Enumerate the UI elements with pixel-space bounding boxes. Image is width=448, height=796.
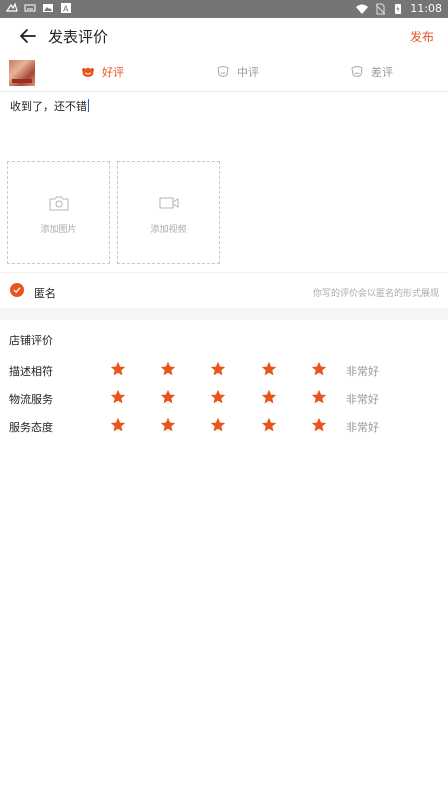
no-sim-icon [375,3,386,15]
shop-rating-row: 物流服务 非常好 [0,388,448,408]
star-icon[interactable] [160,361,176,377]
comment-input[interactable]: 收到了，还不错 [10,98,89,114]
rating-option-bad[interactable]: 差评 [349,64,393,80]
good-rating-icon [82,67,94,77]
shop-rating-text: 非常好 [346,421,379,434]
star-icon[interactable] [210,389,226,405]
star-icon[interactable] [160,389,176,405]
shop-rating-row: 服务态度 非常好 [0,416,448,436]
anonymous-checkbox[interactable] [10,283,24,297]
battery-icon [395,4,402,14]
bad-rating-icon [351,66,363,77]
shop-rating-label: 描述相符 [9,365,53,378]
publish-button[interactable]: 发布 [410,28,434,45]
app-notification-icon [6,2,18,12]
product-thumbnail [9,60,35,86]
star-icon[interactable] [311,417,327,433]
shop-rating-text: 非常好 [346,365,379,378]
shop-rating-label: 物流服务 [9,393,53,406]
page-title: 发表评价 [48,28,109,46]
back-arrow-icon[interactable] [16,24,40,48]
wifi-icon [356,4,369,14]
star-icon[interactable] [160,417,176,433]
status-bar: A 11:08 [0,0,448,18]
anonymous-label: 匿名 [34,287,56,300]
anonymous-row: 匿名 你写的评价会以匿名的形式展现 [0,272,448,308]
rating-option-good[interactable]: 好评 [80,64,124,80]
anonymous-hint: 你写的评价会以匿名的形式展现 [312,289,439,299]
svg-text:A: A [63,5,69,14]
medium-rating-icon [217,66,229,77]
bad-rating-label: 差评 [371,66,393,79]
add-photo-button[interactable]: 添加图片 [7,161,110,264]
star-icon[interactable] [110,417,126,433]
camera-icon [49,196,69,211]
good-rating-label: 好评 [102,66,124,79]
shop-rating-text: 非常好 [346,393,379,406]
shop-rating-row: 描述相符 非常好 [0,360,448,380]
star-icon[interactable] [311,389,327,405]
video-camera-icon [159,197,179,209]
star-icon[interactable] [261,361,277,377]
star-icon[interactable] [261,417,277,433]
add-video-label: 添加视频 [150,225,187,235]
text-cursor [88,99,89,112]
comment-text: 收到了，还不错 [10,100,87,113]
add-video-button[interactable]: 添加视频 [117,161,220,264]
star-icon[interactable] [210,361,226,377]
star-icon[interactable] [210,417,226,433]
star-icon[interactable] [110,389,126,405]
shop-rating-title: 店铺评价 [9,334,53,347]
star-icon[interactable] [261,389,277,405]
rating-selector: 好评 中评 差评 [0,54,448,92]
section-divider [0,308,448,320]
app-bar: 发表评价 发布 [0,18,448,54]
text-a-icon: A [61,3,71,14]
star-icon[interactable] [110,361,126,377]
keyboard-icon [24,4,36,12]
status-time: 11:08 [410,2,442,15]
medium-rating-label: 中评 [237,66,259,79]
image-icon [43,4,53,12]
add-photo-label: 添加图片 [40,225,77,235]
checkmark-icon [13,287,21,294]
shop-rating-label: 服务态度 [9,421,53,434]
star-icon[interactable] [311,361,327,377]
rating-option-medium[interactable]: 中评 [215,64,259,80]
